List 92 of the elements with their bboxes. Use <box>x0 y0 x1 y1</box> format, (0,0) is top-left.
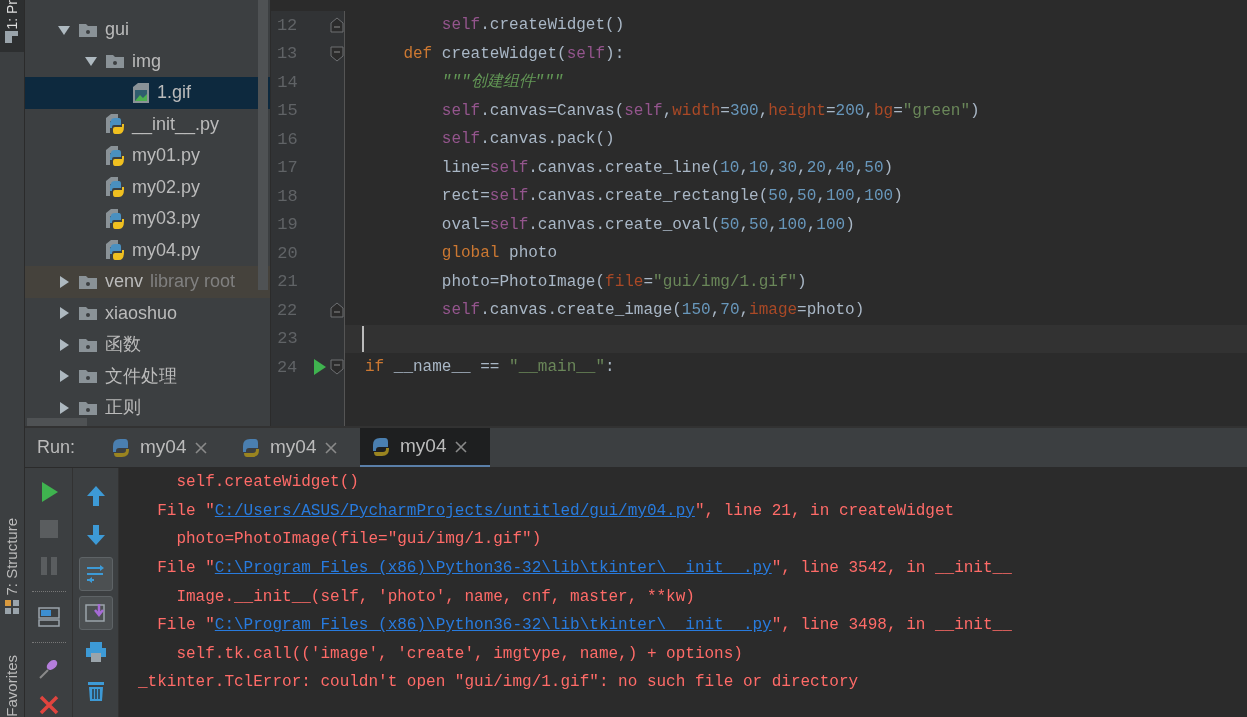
tree-item-label: 函数 <box>105 333 141 357</box>
code-line: rect=self.canvas.create_rectangle(50,50,100,100) <box>440 186 903 208</box>
console-line: File "C:\Program Files (x86)\Python36-32\lib\tkinter\__init__.py", line 3498, in __init__ <box>156 615 1012 637</box>
console-line: photo=PhotoImage(file="gui/img/1.gif") <box>175 529 542 551</box>
code-line: self.canvas.pack() <box>440 129 615 151</box>
run-gutter-icon[interactable] <box>312 358 327 377</box>
python-file-icon <box>105 207 125 230</box>
close-icon[interactable] <box>454 440 467 453</box>
code-line: line=self.canvas.create_line(10,10,30,20,40,50) <box>440 157 894 179</box>
tree-item[interactable]: my01.py <box>25 140 270 172</box>
folder-icon <box>78 336 98 353</box>
layout-icon[interactable] <box>36 605 61 629</box>
tree-item[interactable]: 函数 <box>25 329 270 361</box>
tree-item-label: img <box>132 49 161 73</box>
tree-item-label: my03.py <box>132 207 201 231</box>
collapsed-arrow-icon[interactable] <box>57 400 71 415</box>
tree-item[interactable]: my03.py <box>25 203 270 235</box>
tree-item[interactable]: 文件处理 <box>25 360 270 392</box>
code-line: photo=PhotoImage(file="gui/img/1.gif") <box>440 271 807 293</box>
folder-icon <box>105 53 125 70</box>
fold-marker-icon[interactable] <box>330 17 344 34</box>
collapsed-arrow-icon[interactable] <box>57 337 71 352</box>
console-line: _tkinter.TclError: couldn't open "gui/img/1.gif": no such file or directory <box>138 672 859 694</box>
tree-item-label: xiaoshuo <box>105 301 178 325</box>
code-line: self.canvas=Canvas(self,width=300,height=200,bg="green") <box>440 100 980 122</box>
console-line: File "C:/Users/ASUS/PycharmProjects/untitled/gui/my04.py", line 21, in createWidget <box>156 500 955 522</box>
folder-icon <box>78 305 98 322</box>
code-line: self.createWidget() <box>440 15 625 37</box>
tree-item[interactable]: 正则 <box>25 392 270 424</box>
python-file-icon <box>105 144 125 167</box>
image-file-icon <box>132 81 150 104</box>
tree-item[interactable]: my02.py <box>25 171 270 203</box>
scroll-to-end-icon[interactable] <box>83 601 108 625</box>
code-line: def createWidget(self): <box>402 43 625 65</box>
tree-item[interactable]: 1.gif <box>25 77 270 109</box>
scrollbar[interactable] <box>258 0 268 290</box>
tab-label: my04 <box>140 435 187 460</box>
text-cursor <box>362 325 364 352</box>
code-line: """创建组件""" <box>440 72 564 94</box>
tab-label: my04 <box>270 435 317 460</box>
tree-item-label: my01.py <box>132 144 201 168</box>
structure-tool-tab[interactable]: 7: Structure <box>0 517 24 596</box>
code-line: self.canvas.create_image(150,70,image=photo) <box>440 300 865 322</box>
tree-item-label: my04.py <box>132 238 201 262</box>
run-tab[interactable]: my04 <box>360 428 491 467</box>
tab-label: my04 <box>400 434 447 459</box>
project-tool-tab[interactable]: 1: Pr <box>0 0 27 30</box>
tree-item[interactable]: my04.py <box>25 234 270 266</box>
close-icon[interactable] <box>324 441 337 454</box>
python-file-icon <box>105 176 125 199</box>
code-line: oval=self.canvas.create_oval(50,50,100,100) <box>440 214 855 236</box>
tree-item[interactable]: gui <box>25 14 270 46</box>
tree-item[interactable]: img <box>25 45 270 77</box>
collapsed-arrow-icon[interactable] <box>57 274 71 289</box>
folder-icon <box>4 29 20 44</box>
close-icon[interactable] <box>194 441 207 454</box>
collapsed-arrow-icon[interactable] <box>57 306 71 321</box>
fold-marker-icon[interactable] <box>330 302 344 319</box>
python-file-icon <box>105 113 125 136</box>
collapsed-arrow-icon[interactable] <box>57 369 71 384</box>
fold-marker-icon[interactable] <box>330 359 344 376</box>
tree-item-label: my02.py <box>132 175 201 199</box>
structure-icon <box>4 599 20 616</box>
printer-icon[interactable] <box>83 640 108 664</box>
run-label: Run: <box>37 436 76 459</box>
python-file-icon <box>105 239 125 262</box>
folder-icon <box>78 368 98 385</box>
tree-item-label: 1.gif <box>157 81 192 105</box>
file-link[interactable]: C:\Program Files (x86)\Python36-32\lib\tkinter\__init__.py <box>214 616 772 635</box>
tree-item[interactable]: venv library root <box>25 266 270 298</box>
tree-item-label: gui <box>105 18 130 42</box>
tree-item-label: __init__.py <box>132 112 220 137</box>
folder-icon <box>78 399 98 416</box>
tree-item[interactable]: __init__.py <box>25 108 270 140</box>
code-line: global photo <box>440 243 558 265</box>
file-link[interactable]: C:/Users/ASUS/PycharmProjects/untitled/gui/my04.py <box>214 501 695 520</box>
library-note: library root <box>150 270 236 294</box>
tree-item-label: 正则 <box>105 396 141 420</box>
code-line: if __name__ == "__main__": <box>365 357 615 379</box>
folder-icon <box>78 273 98 290</box>
tree-item-label: 文件处理 <box>105 364 177 388</box>
folder-icon <box>78 21 98 38</box>
scrollbar[interactable] <box>27 418 87 426</box>
console-line: self.tk.call(('image', 'create', imgtype, name,) + options) <box>175 643 743 665</box>
favorites-tool-tab[interactable]: Favorites <box>0 655 24 717</box>
tree-item-label: venv <box>105 270 144 294</box>
console-line: self.createWidget() <box>175 472 359 494</box>
fold-marker-icon[interactable] <box>330 45 344 62</box>
console-line: File "C:\Program Files (x86)\Python36-32\lib\tkinter\__init__.py", line 3542, in __init__ <box>156 558 1012 580</box>
tree-item[interactable]: xiaoshuo <box>25 297 270 329</box>
file-link[interactable]: C:\Program Files (x86)\Python36-32\lib\tkinter\__init__.py <box>214 559 772 578</box>
console-line: Image.__init__(self, 'photo', name, cnf, master, **kw) <box>175 586 695 608</box>
